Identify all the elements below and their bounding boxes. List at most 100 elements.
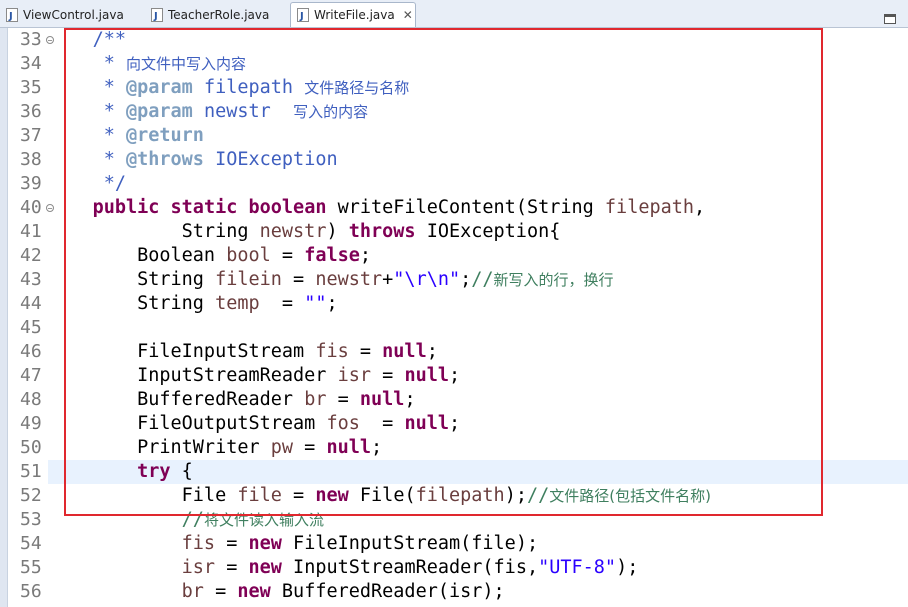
code-token: false <box>304 245 360 266</box>
code-token: null <box>359 389 405 410</box>
code-token: boolean <box>248 197 327 218</box>
code-line[interactable]: * @param filepath 文件路径与名称 <box>48 76 908 100</box>
maximize-icon[interactable] <box>884 9 896 24</box>
code-line[interactable]: fis = new FileInputStream(file); <box>48 532 908 556</box>
code-token: bool <box>226 245 271 266</box>
code-token: 文件路径(包括文件名称) <box>549 487 711 505</box>
code-token: new <box>237 581 271 602</box>
tab-writefile[interactable]: J WriteFile.java ✕ <box>290 2 416 27</box>
code-token: File <box>48 485 238 506</box>
code-line[interactable]: */ <box>48 172 908 196</box>
code-token: , <box>694 197 706 218</box>
code-token: ; <box>326 293 338 314</box>
line-number: 54 <box>20 533 42 554</box>
code-token: br <box>181 581 204 602</box>
code-line[interactable]: PrintWriter pw = null; <box>48 436 908 460</box>
line-number: 34 <box>20 53 42 74</box>
code-token: new <box>248 533 282 554</box>
svg-text:J: J <box>299 11 304 22</box>
code-token: = <box>281 485 316 506</box>
code-token: = <box>326 389 360 410</box>
code-token: + <box>382 269 394 290</box>
code-token: filepath <box>203 77 294 98</box>
code-token: IOException <box>215 149 338 170</box>
code-token: file <box>237 485 282 506</box>
code-token: String <box>48 269 216 290</box>
code-line[interactable]: BufferedReader br = null; <box>48 388 908 412</box>
code-token: writeFileContent(String <box>326 197 605 218</box>
svg-text:J: J <box>8 11 13 22</box>
code-token: 新写入的行，换行 <box>493 271 614 289</box>
code-line[interactable]: * 向文件中写入内容 <box>48 52 908 76</box>
code-token: = <box>348 341 383 362</box>
code-line[interactable]: String newstr) throws IOException{ <box>48 220 908 244</box>
code-line[interactable]: //将文件读入输入流 <box>48 508 908 532</box>
code-token: @return <box>125 125 204 146</box>
code-token: * <box>103 101 126 122</box>
code-token: String <box>48 293 216 314</box>
overview-ruler-left <box>0 28 8 607</box>
code-token: filein <box>215 269 282 290</box>
code-token: newstr <box>203 101 271 122</box>
code-line[interactable]: InputStreamReader isr = null; <box>48 364 908 388</box>
code-token: * <box>103 125 126 146</box>
code-line[interactable]: public static boolean writeFileContent(S… <box>48 196 908 220</box>
line-number: 53 <box>20 509 42 530</box>
code-line[interactable]: * @throws IOException <box>48 148 908 172</box>
code-token: ; <box>449 365 461 386</box>
code-token: File( <box>348 485 416 506</box>
line-number: 37 <box>20 125 42 146</box>
code-token: ; <box>404 389 416 410</box>
code-token: ); <box>504 485 527 506</box>
code-token: // <box>526 485 550 506</box>
code-editor[interactable]: /** * 向文件中写入内容 * @param filepath 文件路径与名称… <box>48 28 908 607</box>
code-token: */ <box>103 173 126 194</box>
code-token: FileInputStream <box>48 341 316 362</box>
code-line[interactable]: File file = new File(filepath);//文件路径(包括… <box>48 484 908 508</box>
line-number: 38 <box>20 149 42 170</box>
java-file-icon: J <box>151 7 163 22</box>
code-line[interactable]: FileInputStream fis = null; <box>48 340 908 364</box>
code-line[interactable]: try { <box>48 460 908 484</box>
code-token: br <box>304 389 327 410</box>
code-token: "\r\n" <box>393 269 461 290</box>
code-token: new <box>248 557 282 578</box>
editor-tab-bar: J ViewControl.java J TeacherRole.java J … <box>0 0 908 28</box>
code-token: "UTF-8" <box>538 557 617 578</box>
code-line[interactable]: FileOutputStream fos = null; <box>48 412 908 436</box>
close-icon[interactable]: ✕ <box>403 8 413 22</box>
code-token: ; <box>359 245 372 266</box>
code-line[interactable]: * @param newstr 写入的内容 <box>48 100 908 124</box>
line-number: 52 <box>20 485 42 506</box>
line-number: 55 <box>20 557 42 578</box>
code-token: pw <box>270 437 294 458</box>
java-file-icon: J <box>297 8 309 22</box>
code-line[interactable] <box>48 316 908 340</box>
code-token: PrintWriter <box>48 437 271 458</box>
code-line[interactable]: String temp = ""; <box>48 292 908 316</box>
code-line[interactable]: String filein = newstr+"\r\n";//新写入的行，换行 <box>48 268 908 292</box>
tab-teacherrole[interactable]: J TeacherRole.java <box>145 2 285 27</box>
code-token: = <box>293 437 327 458</box>
code-line[interactable]: * @return <box>48 124 908 148</box>
line-number: 35 <box>20 77 42 98</box>
code-token: = <box>215 557 249 578</box>
line-number: 49 <box>20 413 42 434</box>
code-line[interactable]: br = new BufferedReader(isr); <box>48 580 908 604</box>
code-line[interactable]: isr = new InputStreamReader(fis,"UTF-8")… <box>48 556 908 580</box>
code-line[interactable]: Boolean bool = false; <box>48 244 908 268</box>
code-token: fos <box>326 413 360 434</box>
code-line[interactable]: /** <box>48 28 908 52</box>
java-file-icon: J <box>6 7 18 22</box>
tab-viewcontrol[interactable]: J ViewControl.java <box>0 2 140 27</box>
code-token: null <box>404 413 449 434</box>
